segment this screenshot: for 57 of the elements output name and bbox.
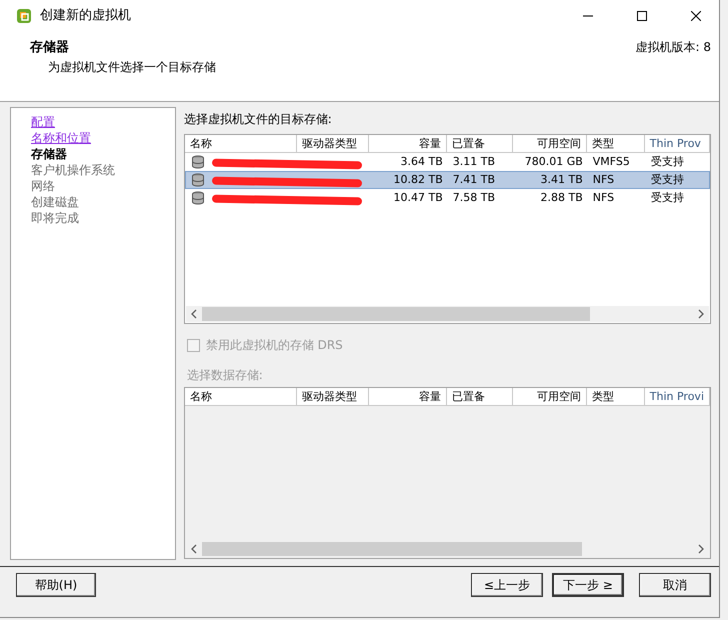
wizard-step: 客户机操作系统	[31, 162, 115, 178]
datastore-icon	[190, 173, 205, 187]
datastore-icon	[190, 191, 205, 205]
table-cell-text: 受支持	[650, 190, 685, 206]
close-icon	[691, 11, 701, 21]
table-cell-text: 受支持	[650, 154, 685, 170]
column-header[interactable]: 类型	[586, 135, 645, 153]
table-cell-text: NFS	[592, 190, 616, 206]
wizard-step[interactable]: 配置	[31, 114, 55, 130]
table-cell-text: 7.58 TB	[452, 190, 496, 206]
window-title: 创建新的虚拟机	[40, 7, 131, 26]
table-cell-text: 10.82 TB	[392, 172, 444, 188]
page-title: 存储器	[30, 39, 69, 57]
next-button[interactable]: 下一步 ≥	[552, 573, 624, 597]
table-cell-text: 7.41 TB	[452, 172, 496, 188]
column-header[interactable]: 驱动器类型	[296, 135, 369, 153]
version-label: 虚拟机版本: 8	[636, 39, 711, 56]
column-header[interactable]: 名称	[184, 388, 297, 406]
column-header[interactable]: 已置备	[446, 135, 513, 153]
table-cell-text: 2.88 TB	[540, 190, 584, 206]
wizard-step: 网络	[31, 178, 55, 194]
table-cell-text: NFS	[592, 172, 616, 188]
column-header[interactable]: 类型	[586, 388, 645, 406]
wizard-step[interactable]: 名称和位置	[31, 130, 91, 146]
wizard-step: 存储器	[31, 146, 67, 162]
table-cell-text: 3.11 TB	[452, 154, 496, 170]
maximize-icon	[637, 11, 647, 21]
table-cell-text: 3.64 TB	[400, 154, 444, 170]
column-header[interactable]: 已置备	[446, 388, 513, 406]
column-header[interactable]: 驱动器类型	[296, 388, 369, 406]
table-cell-text: 780.01 GB	[524, 154, 584, 170]
column-header[interactable]: Thin Provi	[644, 388, 710, 406]
column-header[interactable]: 容量	[368, 388, 447, 406]
column-header[interactable]: 可用空间	[512, 388, 587, 406]
column-header[interactable]: 名称	[184, 135, 297, 153]
horizontal-scrollbar[interactable]	[186, 306, 709, 322]
table-row[interactable]: 10.47 TB 7.58 TB 2.88 TB NFS 受支持	[184, 189, 710, 207]
section-label: 选择数据存储:	[186, 367, 263, 384]
wizard-step: 即将完成	[31, 210, 79, 226]
back-button[interactable]: ≤上一步	[471, 573, 543, 597]
section-label: 选择虚拟机文件的目标存储:	[184, 111, 332, 128]
app-icon	[16, 8, 32, 24]
column-header[interactable]: 容量	[368, 135, 447, 153]
column-header[interactable]: 可用空间	[512, 135, 587, 153]
datastore-icon	[190, 155, 205, 169]
table-cell-text: 10.47 TB	[392, 190, 444, 206]
page-subtitle: 为虚拟机文件选择一个目标存储	[47, 58, 216, 76]
column-header[interactable]: Thin Prov	[644, 135, 710, 153]
cancel-button[interactable]: 取消	[639, 573, 711, 597]
wizard-step: 创建磁盘	[31, 194, 79, 210]
table-row[interactable]: 10.82 TB 7.41 TB 3.41 TB NFS 受支持	[184, 171, 710, 189]
table-cell-text: 3.41 TB	[540, 172, 584, 188]
table-cell-text: VMFS5	[592, 154, 631, 170]
table-row[interactable]: 3.64 TB 3.11 TB 780.01 GB VMFS5 受支持	[184, 153, 710, 171]
help-button[interactable]: 帮助(H)	[16, 573, 96, 597]
checkbox-label: 禁用此虚拟机的存储 DRS	[206, 337, 343, 354]
table-cell-text: 受支持	[650, 172, 685, 188]
